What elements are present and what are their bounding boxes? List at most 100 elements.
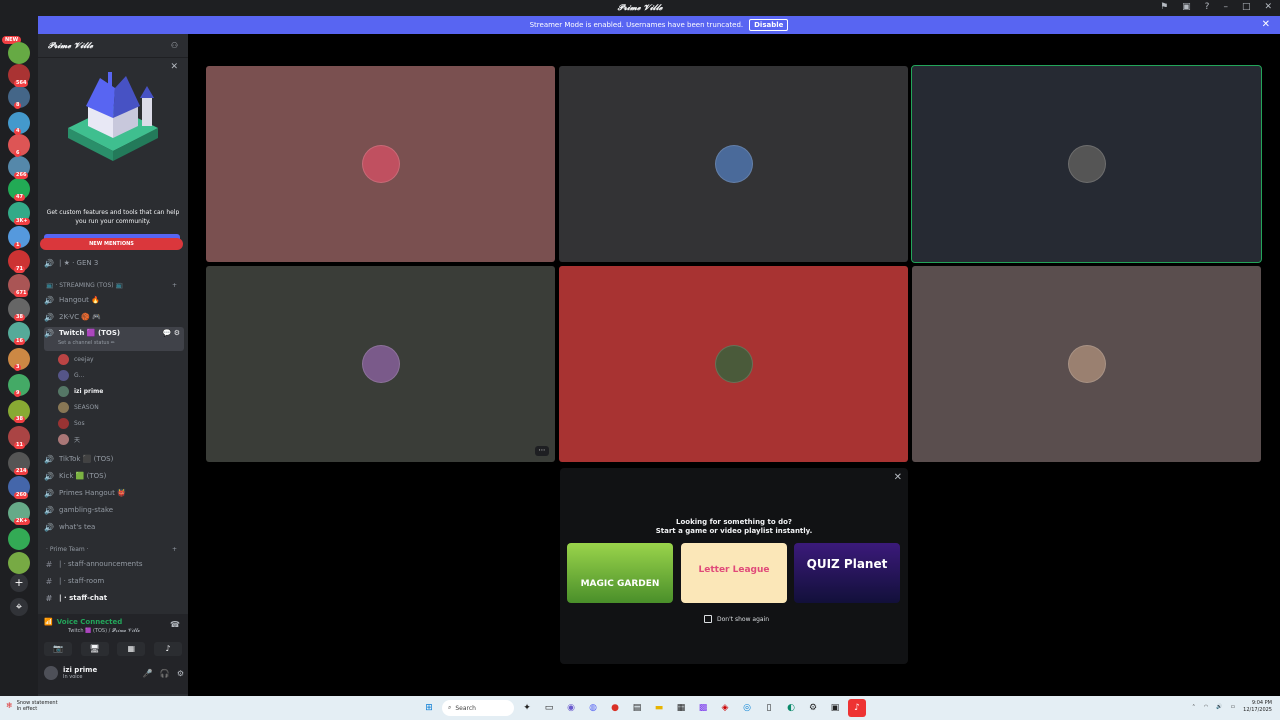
terminal-icon[interactable]: ▦: [672, 699, 690, 717]
channel-staff-chat[interactable]: # | · staff-chat: [44, 591, 184, 605]
windows-taskbar: ❄ Snow statement In effect ⊞ ⌕ Search ✦ ▭ …: [0, 696, 1280, 720]
add-channel-icon[interactable]: +: [172, 282, 177, 289]
channel-tiktok[interactable]: 🔊 TikTok ⬛ (TOS): [44, 452, 184, 466]
voice-user[interactable]: Sos: [58, 416, 85, 430]
store-icon[interactable]: ▤: [628, 699, 646, 717]
copilot-icon[interactable]: ◉: [562, 699, 580, 717]
voice-user[interactable]: ceejay: [58, 352, 94, 366]
disconnect-icon[interactable]: ☎: [170, 620, 180, 629]
app-icon[interactable]: ◈: [716, 699, 734, 717]
soundboard-button[interactable]: ♪: [153, 642, 182, 656]
disable-streamer-button[interactable]: Disable: [749, 19, 789, 31]
participant-tile[interactable]: [911, 65, 1262, 263]
camera-off-button[interactable]: 📷: [44, 642, 72, 656]
speaker-icon: 🔊: [44, 488, 54, 498]
steam-icon[interactable]: ⚙: [804, 699, 822, 717]
mention-badge: 2K+: [14, 518, 30, 525]
participant-tile[interactable]: ⋯: [206, 266, 555, 462]
user-panel[interactable]: izi prime In voice 🎤 🎧 ⚙: [44, 666, 184, 680]
tray-chevron-icon[interactable]: ⌃: [1192, 704, 1196, 711]
maximize-icon[interactable]: □: [1242, 2, 1251, 12]
voice-user[interactable]: izi prime: [58, 384, 103, 398]
obs-icon[interactable]: ▩: [694, 699, 712, 717]
voice-user[interactable]: G...: [58, 368, 84, 382]
channel-hangout[interactable]: 🔊 Hangout 🔥: [44, 293, 184, 307]
more-options-icon[interactable]: ⋯: [535, 446, 549, 456]
username: izi prime: [63, 666, 98, 674]
invite-icon[interactable]: ⚇: [171, 41, 178, 50]
edge-icon[interactable]: ◎: [738, 699, 756, 717]
channel-primes-hangout[interactable]: 🔊 Primes Hangout 👹: [44, 486, 184, 500]
tiktok-icon[interactable]: ♪: [848, 699, 866, 717]
taskbar-search[interactable]: ⌕ Search: [442, 700, 514, 716]
participant-tile[interactable]: [206, 66, 555, 262]
battery-icon[interactable]: ▭: [1230, 704, 1235, 711]
channel-whats-tea[interactable]: 🔊 what's tea: [44, 520, 184, 534]
participant-tile[interactable]: [912, 266, 1261, 462]
mention-badge: 3K+: [14, 218, 30, 225]
server-icon[interactable]: [8, 528, 30, 550]
avatar: [58, 417, 69, 429]
add-server-icon[interactable]: +: [10, 574, 28, 592]
channel-gambling[interactable]: 🔊 gambling-stake: [44, 503, 184, 517]
dont-show-again[interactable]: Don't show again: [704, 615, 769, 623]
phone-link-icon[interactable]: ▯: [760, 699, 778, 717]
weather-widget[interactable]: ❄ Snow statement In effect: [6, 700, 58, 712]
channel-gen3[interactable]: 🔊 | ★ · GEN 3: [44, 256, 184, 270]
channel-staff-announcements[interactable]: # | · staff-announcements: [44, 557, 184, 571]
settings-gear-icon[interactable]: ⚙: [177, 669, 184, 678]
close-activity-icon[interactable]: ✕: [894, 472, 902, 483]
participant-tile[interactable]: [559, 66, 908, 262]
cmd-icon[interactable]: ▣: [826, 699, 844, 717]
activities-button[interactable]: ▦: [117, 642, 146, 656]
close-banner-icon[interactable]: ✕: [1262, 19, 1270, 30]
game-letter-league[interactable]: Letter League: [681, 543, 787, 603]
voice-connected[interactable]: 📶 Voice Connected: [44, 618, 122, 626]
voice-user[interactable]: 天: [58, 432, 80, 446]
streamer-mode-banner: Streamer Mode is enabled. Usernames have…: [38, 16, 1280, 34]
new-mentions-pill[interactable]: NEW MENTIONS: [40, 238, 183, 250]
channel-status[interactable]: Set a channel status ✏: [58, 340, 115, 346]
help-icon[interactable]: ?: [1205, 2, 1210, 12]
channel-2kvc[interactable]: 🔊 2K-VC 🏀 🎮: [44, 310, 184, 324]
voice-user[interactable]: SEASON: [58, 400, 99, 414]
minimize-icon[interactable]: –: [1223, 2, 1228, 12]
server-icon[interactable]: [8, 552, 30, 574]
headphones-icon[interactable]: 🎧: [160, 669, 170, 678]
channel-staff-room[interactable]: # | · staff-room: [44, 574, 184, 588]
channel-sidebar: 𝓟𝓻𝓲𝓶𝓮 𝓥𝓲𝓵𝓵𝓮 ⚇ ✕ Get custom features and …: [38, 34, 188, 696]
avatar: [361, 345, 400, 383]
close-window-icon[interactable]: ✕: [1264, 2, 1272, 12]
game-magic-garden[interactable]: MAGIC GARDEN: [567, 543, 673, 603]
volume-icon[interactable]: 🔊: [1216, 704, 1222, 711]
hash-icon: #: [45, 593, 53, 603]
voice-stage: ⋯ ✕ Looking for something to do? Start a …: [188, 34, 1280, 696]
inbox-icon[interactable]: ⚑: [1160, 2, 1168, 12]
channel-twitch[interactable]: 🔊 Twitch 🟪 (TOS) 💬 ⚙: [44, 327, 184, 351]
screen-share-button[interactable]: 🖥: [80, 642, 109, 656]
screen-icon[interactable]: ▣: [1182, 2, 1191, 12]
category-streaming[interactable]: 📺 · STREAMING (TOS) 📺 +: [46, 282, 181, 289]
voice-user-name: SEASON: [74, 403, 99, 411]
channel-actions-icon[interactable]: 💬 ⚙: [163, 329, 180, 337]
widgets-icon[interactable]: ✦: [518, 699, 536, 717]
windows-start-icon[interactable]: ⊞: [420, 699, 438, 717]
file-explorer-icon[interactable]: ▬: [650, 699, 668, 717]
checkbox[interactable]: [704, 615, 712, 623]
explore-icon[interactable]: ⌖: [10, 598, 28, 616]
close-promo-icon[interactable]: ✕: [170, 62, 178, 72]
clock[interactable]: 9:04 PM 12/17/2025: [1243, 700, 1272, 714]
server-icon[interactable]: [8, 42, 30, 64]
discord-icon[interactable]: ◍: [584, 699, 602, 717]
add-channel-icon[interactable]: +: [172, 546, 177, 553]
game-quiz-planet[interactable]: QUIZ Planet: [794, 543, 900, 603]
chrome-icon[interactable]: ●: [606, 699, 624, 717]
wifi-icon[interactable]: ◠: [1204, 704, 1208, 711]
mic-icon[interactable]: 🎤: [143, 669, 153, 678]
task-view-icon[interactable]: ▭: [540, 699, 558, 717]
edge-browser-icon[interactable]: ◐: [782, 699, 800, 717]
participant-tile[interactable]: [559, 266, 908, 462]
channel-kick[interactable]: 🔊 Kick 🟩 (TOS): [44, 469, 184, 483]
server-header[interactable]: 𝓟𝓻𝓲𝓶𝓮 𝓥𝓲𝓵𝓵𝓮 ⚇: [38, 34, 188, 58]
category-prime-team[interactable]: · Prime Team · +: [46, 546, 181, 553]
